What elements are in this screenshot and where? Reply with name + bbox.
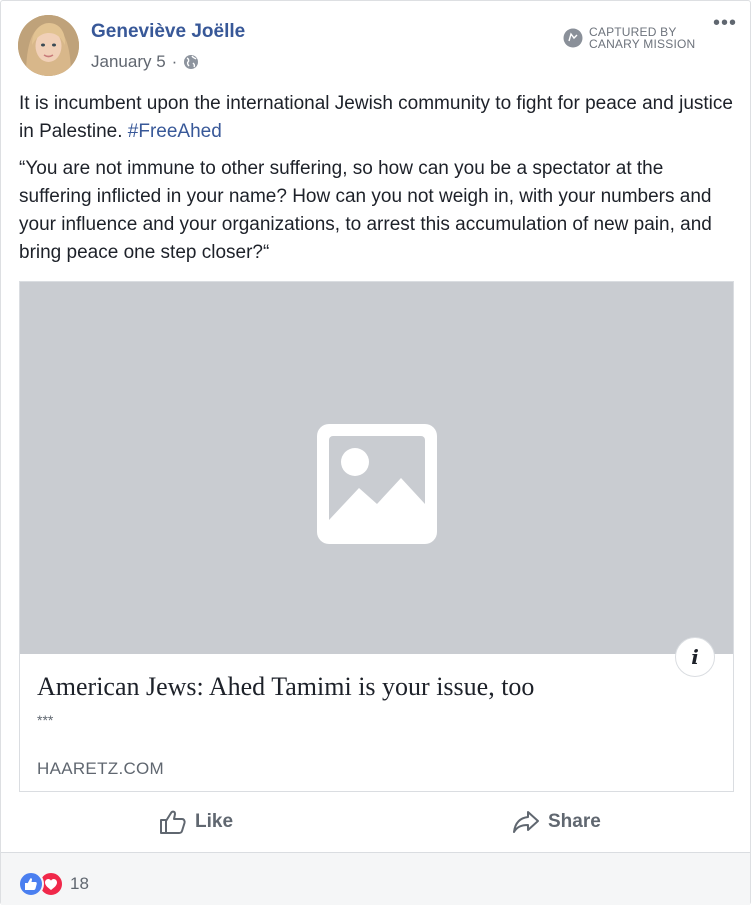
hashtag-link[interactable]: #FreeAhed <box>128 121 222 142</box>
post-text-main: It is incumbent upon the international J… <box>19 93 733 142</box>
post-body: It is incumbent upon the international J… <box>19 90 734 267</box>
image-placeholder-icon <box>317 424 437 544</box>
share-label: Share <box>548 811 601 832</box>
post-quote: “You are not immune to other suffering, … <box>19 158 712 263</box>
globe-icon[interactable] <box>183 54 199 70</box>
info-button[interactable]: i <box>675 637 715 677</box>
post-text: It is incumbent upon the international J… <box>19 90 734 146</box>
thumbs-up-icon <box>160 810 186 834</box>
canary-mission-logo-icon <box>563 28 583 48</box>
post-date[interactable]: January 5 <box>91 52 166 72</box>
link-image-placeholder[interactable] <box>20 282 733 654</box>
more-options-icon[interactable]: ••• <box>713 13 737 33</box>
like-reaction-icon <box>18 871 44 897</box>
post-actions: Like Share <box>1 796 750 848</box>
captured-by-watermark: CAPTURED BY CANARY MISSION <box>563 26 695 50</box>
reaction-count[interactable]: 18 <box>70 874 89 894</box>
author-name[interactable]: Geneviève Joëlle <box>91 21 245 43</box>
share-arrow-icon <box>513 811 539 833</box>
captured-text: CAPTURED BY CANARY MISSION <box>589 26 695 50</box>
facebook-post: Geneviève Joëlle January 5 · CAPTURED BY… <box>0 0 751 905</box>
share-button[interactable]: Share <box>512 796 601 848</box>
like-button[interactable]: Like <box>159 796 233 848</box>
reactions-summary[interactable]: 18 <box>18 871 89 897</box>
profile-photo <box>18 15 79 76</box>
link-preview-card[interactable]: i American Jews: Ahed Tamimi is your iss… <box>19 281 734 792</box>
like-label: Like <box>195 811 234 832</box>
post-meta: January 5 · <box>91 52 199 72</box>
captured-line-2: CANARY MISSION <box>589 37 696 51</box>
link-domain: HAARETZ.COM <box>37 759 165 778</box>
link-description: *** <box>37 712 54 728</box>
link-title[interactable]: American Jews: Ahed Tamimi is your issue… <box>37 672 534 702</box>
meta-separator: · <box>171 52 178 71</box>
reactions-bar: 18 <box>1 852 750 905</box>
avatar[interactable] <box>18 15 79 76</box>
